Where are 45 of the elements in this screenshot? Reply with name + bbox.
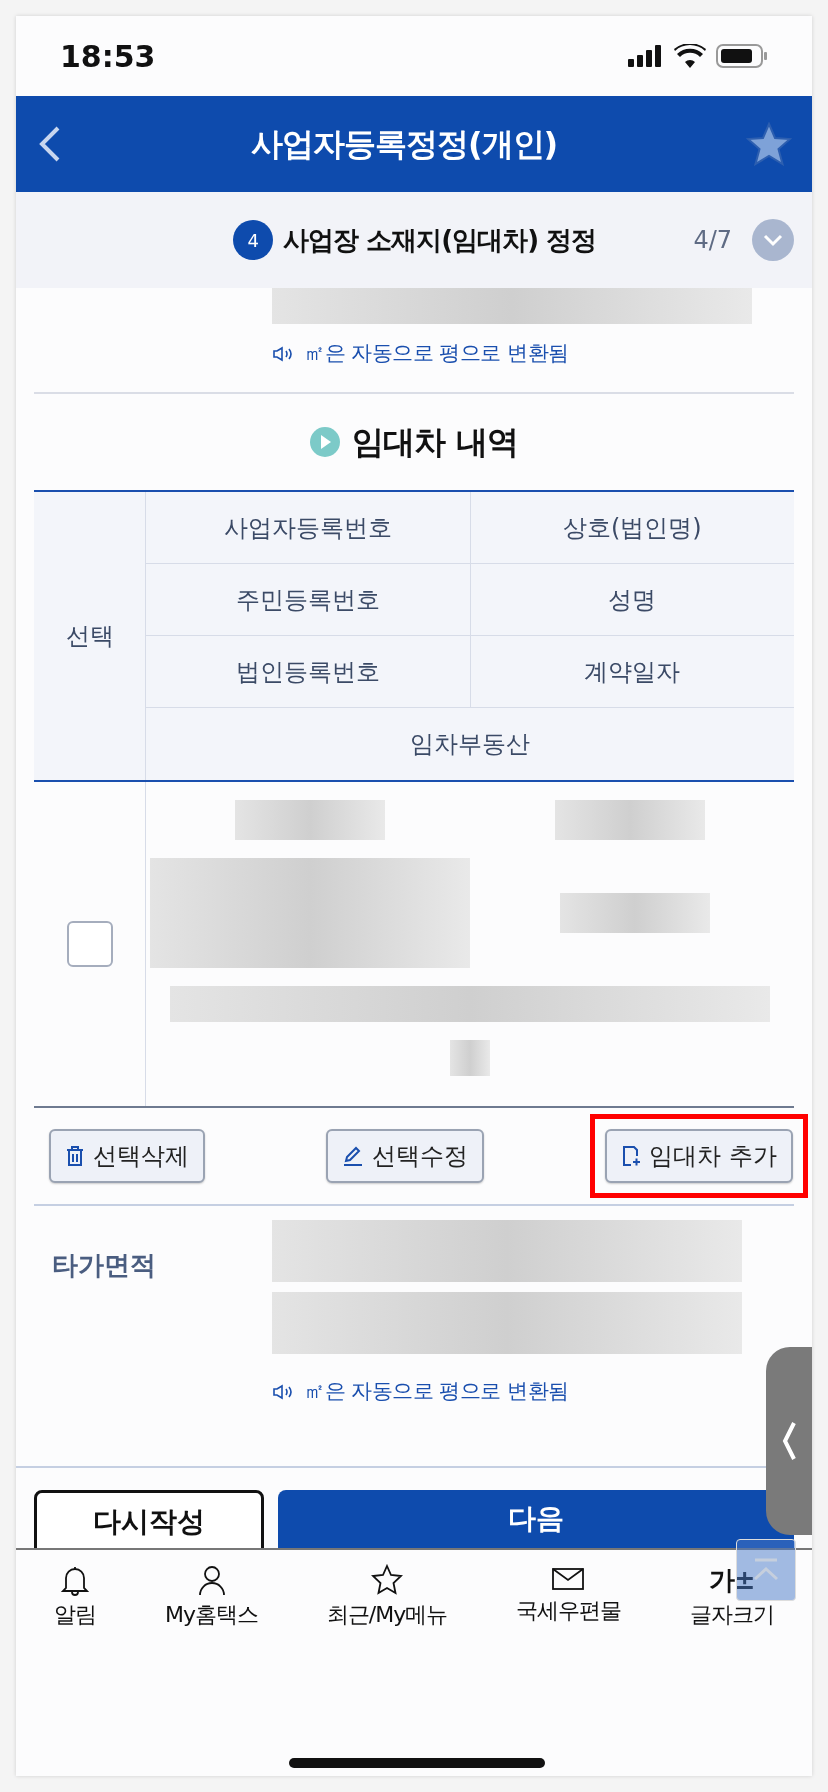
step-title: 사업장 소재지(임대차) 정정 <box>283 223 597 257</box>
font-size-icon: 가± <box>708 1563 755 1596</box>
tab-item[interactable]: 국세우편물 <box>515 1563 621 1627</box>
star-icon <box>370 1563 403 1596</box>
scroll-top-icon <box>751 1557 781 1583</box>
add-document-icon <box>621 1145 642 1167</box>
column-header: 임차부동산 <box>410 729 530 760</box>
page-title: 사업자등록정정(개인) <box>250 124 558 165</box>
next-button[interactable]: 다음 <box>278 1489 794 1548</box>
side-handle[interactable] <box>766 1347 812 1535</box>
action-button[interactable]: 임대차 추가 <box>605 1129 793 1183</box>
column-header: 계약일자 <box>584 656 681 688</box>
star-icon[interactable] <box>746 122 792 166</box>
unit-note: ㎡은 자동으로 평으로 변환됨 <box>304 340 569 368</box>
play-icon <box>310 427 341 457</box>
user-icon <box>196 1563 227 1596</box>
step-count: 4/7 <box>693 225 732 256</box>
speaker-icon <box>272 346 294 362</box>
section-title: 임대차 내역 <box>352 422 518 463</box>
field-label: 타가면적 <box>52 1249 157 1282</box>
reset-button[interactable]: 다시작성 <box>34 1489 264 1548</box>
action-button[interactable]: 선택수정 <box>326 1129 485 1183</box>
column-header: 법인등록번호 <box>235 656 380 688</box>
speaker-icon <box>272 1383 294 1400</box>
clock-time: 18:53 <box>60 37 156 76</box>
action-button[interactable]: 선택삭제 <box>49 1129 205 1183</box>
blurred-text <box>450 1040 490 1076</box>
step-number: 4 <box>233 220 274 260</box>
column-header: 사업자등록번호 <box>223 512 392 544</box>
tab-item[interactable]: My홈택스 <box>165 1563 259 1631</box>
unit-note: ㎡은 자동으로 평으로 변환됨 <box>304 1378 569 1405</box>
battery-icon <box>716 44 768 68</box>
row-checkbox[interactable] <box>66 921 113 967</box>
wifi-icon <box>674 44 706 68</box>
tab-item[interactable]: 알림 <box>54 1563 97 1631</box>
tab-item[interactable]: 최근/My메뉴 <box>326 1563 448 1631</box>
column-header: 상호(법인명) <box>562 512 702 544</box>
chevron-left-icon <box>782 1421 796 1461</box>
tab-item[interactable]: 가± 글자크기 <box>689 1563 774 1631</box>
trash-icon <box>65 1145 85 1167</box>
column-header: 선택 <box>65 621 114 652</box>
signal-icon <box>628 45 664 67</box>
column-header: 성명 <box>608 584 657 616</box>
column-header: 주민등록번호 <box>235 584 380 616</box>
pencil-icon <box>342 1145 365 1167</box>
